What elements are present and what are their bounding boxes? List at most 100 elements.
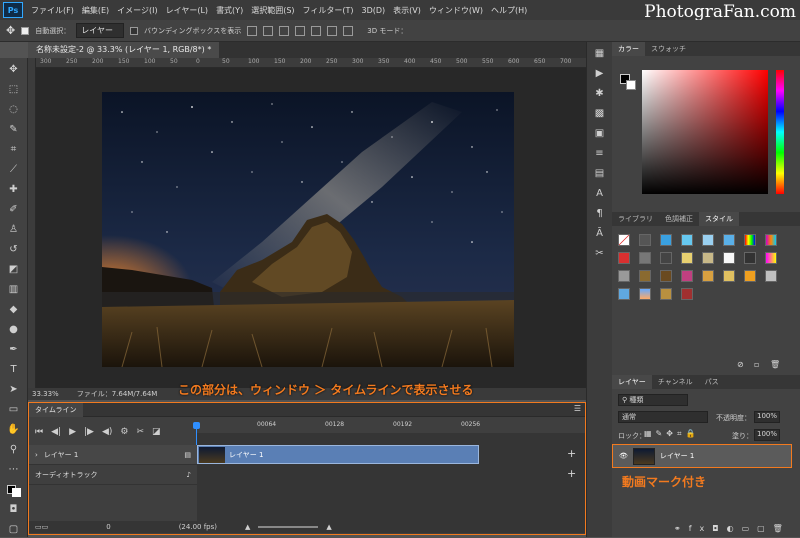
align-middle-icon[interactable] xyxy=(311,25,322,36)
style-swatch[interactable] xyxy=(702,270,714,282)
shape-tool-icon[interactable]: ▭ xyxy=(5,400,23,418)
background-color[interactable] xyxy=(626,80,636,90)
path-select-tool-icon[interactable]: ➤ xyxy=(5,380,23,398)
tab-adjustments[interactable]: 色調補正 xyxy=(659,212,699,226)
tab-styles[interactable]: スタイル xyxy=(699,212,739,226)
fill-input[interactable]: 100% xyxy=(754,429,780,441)
crop-tool-icon[interactable]: ⌗ xyxy=(5,140,23,158)
zoom-level[interactable]: 33.33% xyxy=(32,390,59,398)
tab-libraries[interactable]: ライブラリ xyxy=(612,212,659,226)
add-audio-icon[interactable]: + xyxy=(567,467,576,480)
audio-track-row[interactable]: オーディオトラック ♪ xyxy=(29,465,197,485)
info-icon[interactable]: ▤ xyxy=(592,168,608,182)
paragraph-icon[interactable]: ¶ xyxy=(592,208,608,222)
tab-layers[interactable]: レイヤー xyxy=(612,375,652,389)
menu-help[interactable]: ヘルプ(H) xyxy=(487,5,531,16)
type-tool-icon[interactable]: T xyxy=(5,360,23,378)
new-style-icon[interactable]: ▫ xyxy=(754,360,759,369)
gradient-tool-icon[interactable]: ▥ xyxy=(5,280,23,298)
character-icon[interactable]: A xyxy=(592,188,608,202)
split-scissors-icon[interactable]: ✂ xyxy=(136,427,144,437)
healing-brush-icon[interactable]: ✚ xyxy=(5,180,23,198)
timeline-tab[interactable]: タイムライン xyxy=(29,403,83,417)
menu-image[interactable]: イメージ(I) xyxy=(113,5,161,16)
align-bottom-icon[interactable] xyxy=(327,25,338,36)
style-swatch[interactable] xyxy=(639,252,651,264)
night-sky-photo[interactable] xyxy=(102,92,514,367)
tab-swatches[interactable]: スウォッチ xyxy=(645,42,692,56)
glyphs-icon[interactable]: Ā xyxy=(592,228,608,242)
style-swatch[interactable] xyxy=(618,234,630,246)
quick-select-tool-icon[interactable]: ✎ xyxy=(5,120,23,138)
history-brush-icon[interactable]: ↺ xyxy=(5,240,23,258)
dodge-tool-icon[interactable]: ● xyxy=(5,320,23,338)
menu-edit[interactable]: 編集(E) xyxy=(78,5,113,16)
prev-frame-icon[interactable]: ◀| xyxy=(51,427,61,437)
zoom-in-icon[interactable]: ▲ xyxy=(326,523,331,531)
layer-footer-icons[interactable]: ⚭fx◘◐▭▢🗑 xyxy=(674,524,791,533)
align-right-icon[interactable] xyxy=(279,25,290,36)
style-swatch[interactable] xyxy=(681,288,693,300)
color-swatches-icon[interactable] xyxy=(5,480,23,498)
style-swatch[interactable] xyxy=(618,270,630,282)
style-swatch[interactable] xyxy=(660,252,672,264)
style-swatch[interactable] xyxy=(744,270,756,282)
pen-tool-icon[interactable]: ✒ xyxy=(5,340,23,358)
first-frame-icon[interactable]: ⏮ xyxy=(35,427,43,437)
menu-file[interactable]: ファイル(F) xyxy=(27,5,78,16)
opacity-input[interactable]: 100% xyxy=(754,411,780,423)
clear-style-icon[interactable]: ⊘ xyxy=(737,360,744,369)
auto-select-dropdown[interactable]: レイヤー xyxy=(76,23,124,38)
delete-style-icon[interactable]: 🗑 xyxy=(770,360,780,369)
audio-mute-icon[interactable]: ◀) xyxy=(102,427,112,437)
video-clip[interactable]: レイヤー 1 xyxy=(197,445,479,464)
settings-gear-icon[interactable]: ⚙ xyxy=(120,427,128,437)
play-action-icon[interactable]: ▶ xyxy=(592,68,608,82)
visibility-eye-icon[interactable]: 👁 xyxy=(619,452,628,460)
blur-tool-icon[interactable]: ◆ xyxy=(5,300,23,318)
align-top-icon[interactable] xyxy=(295,25,306,36)
style-swatch[interactable] xyxy=(639,270,651,282)
layer-filter-kind[interactable]: ⚲ 種類 xyxy=(618,394,688,406)
menu-view[interactable]: 表示(V) xyxy=(389,5,425,16)
expand-chevron-icon[interactable]: › xyxy=(35,451,38,459)
style-swatch[interactable] xyxy=(702,234,714,246)
clone-source-icon[interactable]: ▣ xyxy=(592,128,608,142)
tool-presets-icon[interactable]: ✂ xyxy=(592,248,608,262)
menu-select[interactable]: 選択範囲(S) xyxy=(247,5,298,16)
zoom-out-icon[interactable]: ▲ xyxy=(245,523,250,531)
style-swatch[interactable] xyxy=(723,252,735,264)
style-swatch[interactable] xyxy=(660,234,672,246)
tab-color[interactable]: カラー xyxy=(612,42,645,56)
lasso-tool-icon[interactable]: ◌ xyxy=(5,100,23,118)
tab-paths[interactable]: パス xyxy=(699,375,725,389)
menu-window[interactable]: ウィンドウ(W) xyxy=(425,5,487,16)
align-center-icon[interactable] xyxy=(263,25,274,36)
style-swatch[interactable] xyxy=(681,252,693,264)
style-swatch[interactable] xyxy=(639,234,651,246)
menu-filter[interactable]: フィルター(T) xyxy=(299,5,358,16)
move-tool-icon[interactable]: ✥ xyxy=(5,60,23,78)
bounding-box-checkbox[interactable] xyxy=(129,26,138,35)
history-icon[interactable]: ▦ xyxy=(592,48,608,62)
film-icon[interactable]: ▤ xyxy=(184,451,191,459)
layer-row[interactable]: 👁 レイヤー 1 xyxy=(612,444,792,468)
style-swatch[interactable] xyxy=(660,270,672,282)
add-media-icon[interactable]: + xyxy=(567,447,576,460)
style-swatch[interactable] xyxy=(618,252,630,264)
stamp-tool-icon[interactable]: ♙ xyxy=(5,220,23,238)
eraser-tool-icon[interactable]: ◩ xyxy=(5,260,23,278)
color-picker-field[interactable] xyxy=(642,70,768,194)
screen-mode-icon[interactable]: ▢ xyxy=(5,520,23,538)
brush-tool-icon[interactable]: ✐ xyxy=(5,200,23,218)
style-swatch[interactable] xyxy=(723,270,735,282)
style-swatch[interactable] xyxy=(702,252,714,264)
adjust-icon[interactable]: ✱ xyxy=(592,88,608,102)
blend-mode-select[interactable]: 通常 xyxy=(618,411,708,423)
transition-icon[interactable]: ◪ xyxy=(152,427,161,437)
style-swatch[interactable] xyxy=(765,270,777,282)
style-swatch[interactable] xyxy=(639,288,651,300)
hue-slider[interactable] xyxy=(776,70,784,194)
style-swatch[interactable] xyxy=(660,288,672,300)
layer-name[interactable]: レイヤー 1 xyxy=(660,451,694,461)
